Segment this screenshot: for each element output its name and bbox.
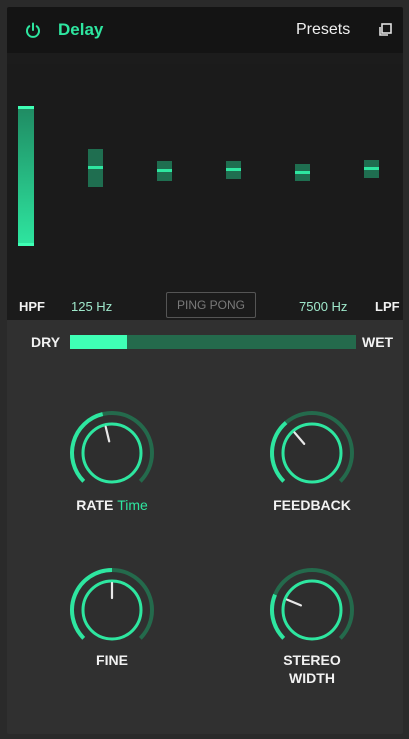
stereo-width-label-line2: WIDTH (289, 670, 335, 686)
knob-body (81, 422, 143, 484)
delay-tap-5[interactable] (364, 160, 379, 178)
dry-wet-slider[interactable] (70, 335, 356, 349)
lpf-label: LPF (375, 299, 400, 314)
delay-tap-4[interactable] (295, 164, 310, 181)
delay-panel: Delay Presets HPF 125 Hz PING PONG 7500 … (7, 7, 403, 734)
ping-pong-toggle[interactable]: PING PONG (166, 292, 256, 318)
dry-wet-fill (70, 335, 128, 349)
delay-tap-2[interactable] (157, 161, 172, 181)
delay-tap-1[interactable] (88, 149, 103, 187)
knob-value-arc (270, 593, 286, 640)
feedback-label: FEEDBACK (273, 497, 351, 513)
fine-knob[interactable] (64, 562, 160, 658)
stereo-width-label-line1: STEREO (283, 652, 341, 668)
hpf-frequency[interactable]: 125 Hz (71, 299, 112, 314)
stereo-width-label: STEREO WIDTH (242, 652, 382, 686)
delay-tap-3[interactable] (226, 161, 241, 179)
effect-title: Delay (58, 20, 104, 39)
tap-marker (226, 168, 241, 171)
knob-body (281, 422, 343, 484)
rate-label: RATE Time (42, 497, 182, 513)
knob-body (281, 579, 343, 641)
stereo-width-knob[interactable] (264, 562, 360, 658)
fine-label: FINE (96, 652, 128, 668)
rate-label-text: RATE (76, 497, 114, 513)
header-bar: Delay Presets (7, 7, 403, 53)
filter-display[interactable]: HPF 125 Hz PING PONG 7500 Hz LPF (7, 64, 403, 320)
tap-marker (295, 171, 310, 174)
hpf-slider[interactable] (18, 106, 34, 246)
header-divider (7, 53, 403, 64)
tap-marker (88, 166, 103, 169)
rate-mode[interactable]: Time (117, 497, 148, 513)
feedback-knob[interactable] (264, 405, 360, 501)
tap-marker (364, 167, 379, 170)
tap-marker (157, 169, 172, 172)
dry-label: DRY (31, 334, 61, 350)
presets-button[interactable]: Presets (296, 21, 350, 39)
copy-icon[interactable] (378, 23, 392, 37)
wet-label: WET (362, 334, 394, 350)
power-icon[interactable] (25, 22, 41, 38)
rate-knob[interactable] (64, 405, 160, 501)
hpf-label: HPF (19, 299, 45, 314)
lpf-frequency[interactable]: 7500 Hz (299, 299, 347, 314)
